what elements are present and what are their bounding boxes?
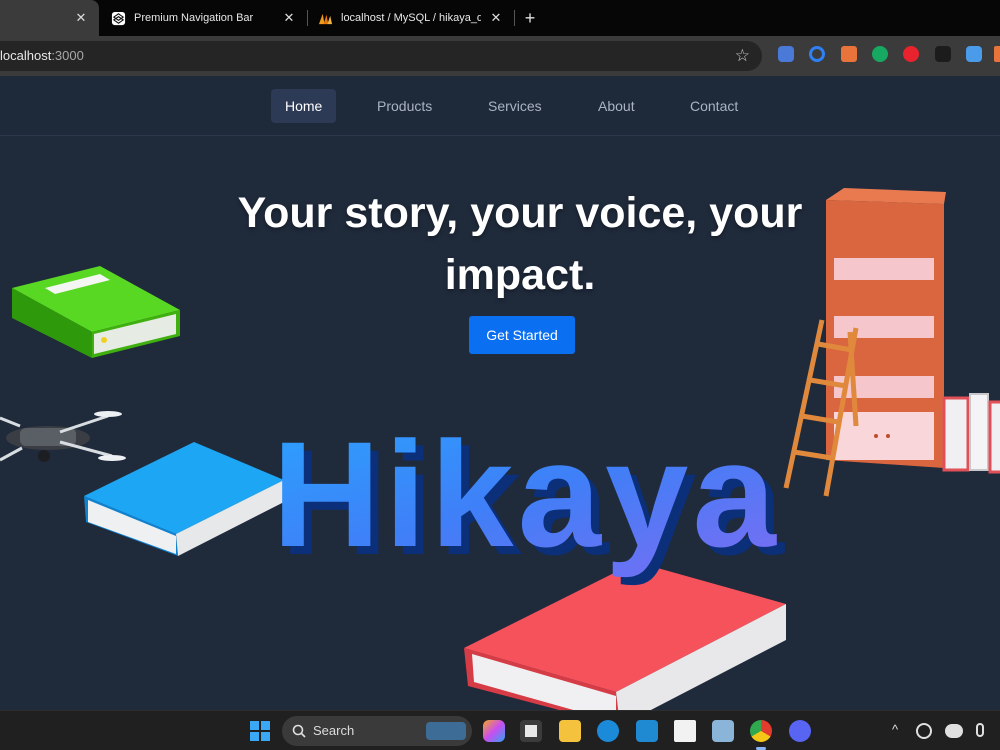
codepen-icon xyxy=(111,11,126,25)
vscode-icon[interactable] xyxy=(636,720,658,742)
url-port: :3000 xyxy=(51,48,84,63)
orange-extension-icon[interactable] xyxy=(994,46,1000,62)
website-viewport: Home Products Services About Contact Hik… xyxy=(0,76,1000,710)
browser-tab-strip: ✕ Premium Navigation Bar ✕ localhost / M… xyxy=(0,0,1000,36)
translate-extension-icon[interactable] xyxy=(778,46,794,62)
rocket-extension-icon[interactable] xyxy=(841,46,857,62)
copilot-icon[interactable] xyxy=(483,720,505,742)
edge-browser-icon[interactable] xyxy=(597,720,619,742)
task-view-icon[interactable] xyxy=(520,720,542,742)
hero-heading-line-1: Your story, your voice, your xyxy=(237,189,803,237)
search-highlight-icon xyxy=(426,722,466,740)
hikaya-logo-text: Hikaya xyxy=(272,410,780,578)
edge-extension-icon[interactable] xyxy=(809,46,825,62)
tab-premium-navigation-bar[interactable]: Premium Navigation Bar ✕ xyxy=(99,0,307,36)
cat-extension-icon[interactable] xyxy=(935,46,951,62)
hero-illustration: Hikaya Hikaya xyxy=(0,188,1000,710)
address-bar[interactable]: localhost:3000 ☆ xyxy=(0,41,762,71)
new-tab-button[interactable]: + xyxy=(520,8,540,28)
weather-icon[interactable] xyxy=(945,724,963,738)
hikaya-3d-logo: Hikaya Hikaya xyxy=(272,410,784,586)
phpmyadmin-icon xyxy=(318,13,333,24)
bookmark-star-icon[interactable]: ☆ xyxy=(735,46,750,66)
file-explorer-icon[interactable] xyxy=(559,720,581,742)
search-icon xyxy=(292,724,306,738)
discord-icon[interactable] xyxy=(789,720,811,742)
hero-heading-line-2: impact. xyxy=(444,251,596,299)
grammarly-extension-icon[interactable] xyxy=(872,46,888,62)
tab-separator xyxy=(514,10,515,26)
windows-start-icon[interactable] xyxy=(249,720,271,742)
tab-localhost[interactable]: ✕ xyxy=(0,0,99,36)
notepad-icon[interactable] xyxy=(674,720,696,742)
microphone-icon[interactable] xyxy=(976,723,984,737)
search-label: Search xyxy=(313,723,355,738)
tray-chevron-icon[interactable]: ^ xyxy=(892,722,898,737)
windows-taskbar: Search ^ xyxy=(0,710,1000,750)
tab-title: localhost / MySQL / hikaya_db / xyxy=(341,12,481,24)
close-icon[interactable]: ✕ xyxy=(488,10,504,26)
sync-icon[interactable] xyxy=(916,723,932,739)
close-icon[interactable]: ✕ xyxy=(281,10,297,26)
url-text[interactable]: localhost:3000 xyxy=(0,48,84,63)
shield-extension-icon[interactable] xyxy=(903,46,919,62)
chat-extension-icon[interactable] xyxy=(966,46,982,62)
close-icon[interactable]: ✕ xyxy=(73,10,89,26)
virtualbox-icon[interactable] xyxy=(712,720,734,742)
get-started-button[interactable]: Get Started xyxy=(469,316,575,354)
tab-phpmyadmin[interactable]: localhost / MySQL / hikaya_db / ✕ xyxy=(308,0,514,36)
url-host: localhost xyxy=(0,48,52,63)
hero-heading: Your story, your voice, your impact. xyxy=(0,182,1000,306)
standing-books-illustration xyxy=(942,393,1000,474)
taskbar-search[interactable]: Search xyxy=(282,716,472,746)
drone-illustration xyxy=(0,411,126,462)
tab-title: Premium Navigation Bar xyxy=(134,12,254,24)
chrome-icon[interactable] xyxy=(750,720,772,742)
